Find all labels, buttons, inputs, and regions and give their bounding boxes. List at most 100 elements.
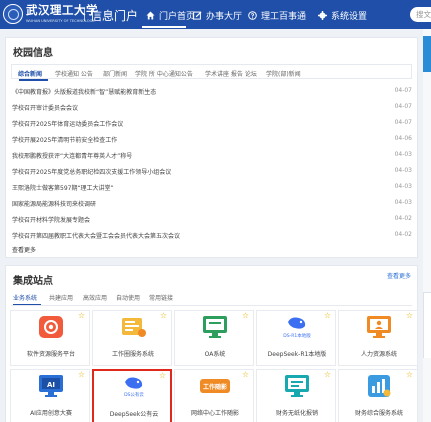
tile-label: 财务无纸化报销 xyxy=(275,410,318,417)
news-item[interactable]: 学校开展2025年清明节前安全检查工作 04-06 xyxy=(12,133,412,145)
favorite-star-icon[interactable]: ☆ xyxy=(78,312,85,320)
tile-hr-system[interactable]: ☆ 人力资源系统 xyxy=(338,310,418,366)
nav-help-center[interactable]: 理工百事通 xyxy=(248,9,306,22)
news-item-date: 04-07 xyxy=(394,87,412,94)
svg-text:DS公有云: DS公有云 xyxy=(124,391,144,398)
right-sidebar xyxy=(423,29,431,422)
news-item-title: 学校召开2025年度党总务职纪检四次支援工作领导小组会议 xyxy=(12,169,172,176)
nav-service-hall-label: 办事大厅 xyxy=(206,12,243,22)
tile-software-platform[interactable]: ☆ 软件资源服务平台 xyxy=(10,310,90,366)
work-circle-icon xyxy=(118,315,148,339)
tile-label: 人力资源系统 xyxy=(360,351,397,358)
news-item-title: 我校邢鹏教授获评“大连都青年尊英人才”称号 xyxy=(12,153,133,160)
right-sidebar-banner[interactable] xyxy=(423,36,431,72)
tile-oa-system[interactable]: ☆ OA系统 xyxy=(174,310,254,366)
tile-finance-service[interactable]: ☆ 财务综合服务系统 xyxy=(338,369,418,422)
favorite-star-icon[interactable]: ☆ xyxy=(406,312,413,320)
logo-divider xyxy=(84,8,85,21)
university-name[interactable]: 武汉理工大学 xyxy=(26,2,98,18)
news-item[interactable]: 《中国教育报》头版报道我校新“智”慧赋能教育新生态 04-07 xyxy=(12,85,412,97)
tile-label: OA系统 xyxy=(204,351,226,358)
deepseek-cloud-icon: DS公有云 xyxy=(119,375,149,399)
news-item[interactable]: 国家能源局能源科技司来校调研 04-03 xyxy=(12,197,412,209)
news-see-more-link[interactable]: 查看更多 xyxy=(12,245,36,254)
news-item-title: 学校召开2025年体育运动委员会工作会议 xyxy=(12,121,124,128)
software-platform-icon xyxy=(36,315,66,339)
news-item[interactable]: 我校邢鹏教授获评“大连都青年尊英人才”称号 04-03 xyxy=(12,149,412,161)
search-input[interactable]: 搜文件 xyxy=(410,7,431,22)
tile-work-circle[interactable]: ☆ 工作圈服务系统 xyxy=(92,310,172,366)
tab-shared-apps[interactable]: 共建应用 xyxy=(49,293,73,302)
tab-school-notices[interactable]: 学校通知 公告 xyxy=(55,69,93,78)
favorite-star-icon[interactable]: ☆ xyxy=(160,312,167,320)
news-item[interactable]: 学校召开第四届教职工代表大会暨工会会员代表大会第五次会议 04-02 xyxy=(12,229,412,241)
news-item-date: 04-03 xyxy=(394,151,412,158)
news-item[interactable]: 学校召开审计委员会会议 04-07 xyxy=(12,101,412,113)
news-tab-active-indicator xyxy=(19,79,48,81)
news-item-title: 王熙洛院士做客第597期“理工大讲堂” xyxy=(12,185,114,192)
news-item-date: 04-07 xyxy=(394,119,412,126)
tab-business-systems[interactable]: 业务系统 xyxy=(13,293,37,302)
nav-service-hall[interactable]: 办事大厅 xyxy=(193,9,242,22)
tab-common-links[interactable]: 常用链接 xyxy=(149,293,173,302)
tile-paperless-reimbursement[interactable]: ☆ 财务无纸化报销 xyxy=(256,369,336,422)
work-photo-icon: 工作随影 xyxy=(200,374,230,398)
news-item[interactable]: 王熙洛院士做客第597期“理工大讲堂” 04-03 xyxy=(12,181,412,193)
help-circle-icon xyxy=(248,11,257,20)
news-item-title: 学校召开审计委员会会议 xyxy=(12,105,79,112)
tile-label: DeepSeek-R1本地版 xyxy=(267,351,327,358)
svg-text:AI: AI xyxy=(47,381,55,389)
tab-department-news[interactable]: 部门新闻 xyxy=(103,69,127,78)
tab-academic-lectures[interactable]: 学术讲座 报告 论坛 xyxy=(205,69,257,78)
news-item-date: 04-03 xyxy=(394,183,412,190)
oa-monitor-icon xyxy=(200,315,230,339)
home-icon xyxy=(146,11,155,20)
nav-home-label: 门户首页 xyxy=(159,12,196,22)
svg-text:工作随影: 工作随影 xyxy=(203,383,227,391)
tile-network-work-photo[interactable]: ☆ 工作随影 网络中心工作随影 xyxy=(174,369,254,422)
tile-label: DeepSeek公有云 xyxy=(109,411,159,418)
deepseek-logo-icon: DS-R1本地版 xyxy=(282,315,312,339)
finance-monitor-icon xyxy=(282,374,312,398)
tab-general-news[interactable]: 综合新闻 xyxy=(18,69,42,78)
news-item[interactable]: 学校召开2025年体育运动委员会工作会议 04-07 xyxy=(12,117,412,129)
gear-icon xyxy=(318,11,327,20)
ai-badge-icon: AI xyxy=(36,374,66,398)
tile-ai-contest[interactable]: ☆ AI AI应用创意大赛 xyxy=(10,369,90,422)
news-item-date: 04-02 xyxy=(394,231,412,238)
integrated-sites-card: 集成站点 查看更多 业务系统 共建应用 高效应用 自动使用 常用链接 ☆ 软件资… xyxy=(5,265,418,422)
tab-college-news[interactable]: 学院(部)新闻 xyxy=(266,69,301,78)
favorite-star-icon[interactable]: ☆ xyxy=(242,312,249,320)
tab-college-notices[interactable]: 学院 所 中心通知公告 xyxy=(135,69,193,78)
site-tabs-divider xyxy=(11,305,412,306)
tile-deepseek-public-cloud[interactable]: ☆ DS公有云 DeepSeek公有云 xyxy=(92,369,172,422)
news-item-title: 《中国教育报》头版报道我校新“智”慧赋能教育新生态 xyxy=(12,89,157,96)
sites-see-more-link[interactable]: 查看更多 xyxy=(387,271,411,280)
nav-settings[interactable]: 系统设置 xyxy=(318,9,367,22)
news-tabs: 综合新闻 学校通知 公告 部门新闻 学院 所 中心通知公告 学术讲座 报告 论坛… xyxy=(11,64,412,81)
news-item-date: 04-03 xyxy=(394,199,412,206)
news-item-title: 学校开展2025年清明节前安全检查工作 xyxy=(12,137,118,144)
news-item-title: 学校召开第四届教职工代表大会暨工会会员代表大会第五次会议 xyxy=(12,233,181,240)
favorite-star-icon[interactable]: ☆ xyxy=(324,371,331,379)
news-item[interactable]: 学校召开材料学院发展专题会 04-02 xyxy=(12,213,412,225)
favorite-star-icon[interactable]: ☆ xyxy=(324,312,331,320)
tile-deepseek-local[interactable]: ☆ DS-R1本地版 DeepSeek-R1本地版 xyxy=(256,310,336,366)
favorite-star-icon[interactable]: ☆ xyxy=(242,371,249,379)
university-seal-icon[interactable] xyxy=(3,4,23,24)
news-item-date: 04-03 xyxy=(394,167,412,174)
news-item-title: 学校召开材料学院发展专题会 xyxy=(12,217,91,224)
favorite-star-icon[interactable]: ☆ xyxy=(78,371,85,379)
news-item-date: 04-02 xyxy=(394,215,412,222)
svg-text:DS-R1本地版: DS-R1本地版 xyxy=(283,332,311,339)
nav-home[interactable]: 门户首页 xyxy=(146,9,195,22)
favorite-star-icon[interactable]: ☆ xyxy=(406,371,413,379)
tab-efficient-apps[interactable]: 高效应用 xyxy=(83,293,107,302)
edit-icon xyxy=(193,11,202,20)
tile-label: 财务综合服务系统 xyxy=(354,410,403,417)
favorite-star-icon[interactable]: ☆ xyxy=(159,372,166,380)
news-item[interactable]: 学校召开2025年度党总务职纪检四次支援工作领导小组会议 04-03 xyxy=(12,165,412,177)
tab-auto-use[interactable]: 自动使用 xyxy=(116,293,140,302)
campus-news-card: 校园信息 综合新闻 学校通知 公告 部门新闻 学院 所 中心通知公告 学术讲座 … xyxy=(5,37,418,258)
tile-label: 网络中心工作随影 xyxy=(190,410,239,417)
